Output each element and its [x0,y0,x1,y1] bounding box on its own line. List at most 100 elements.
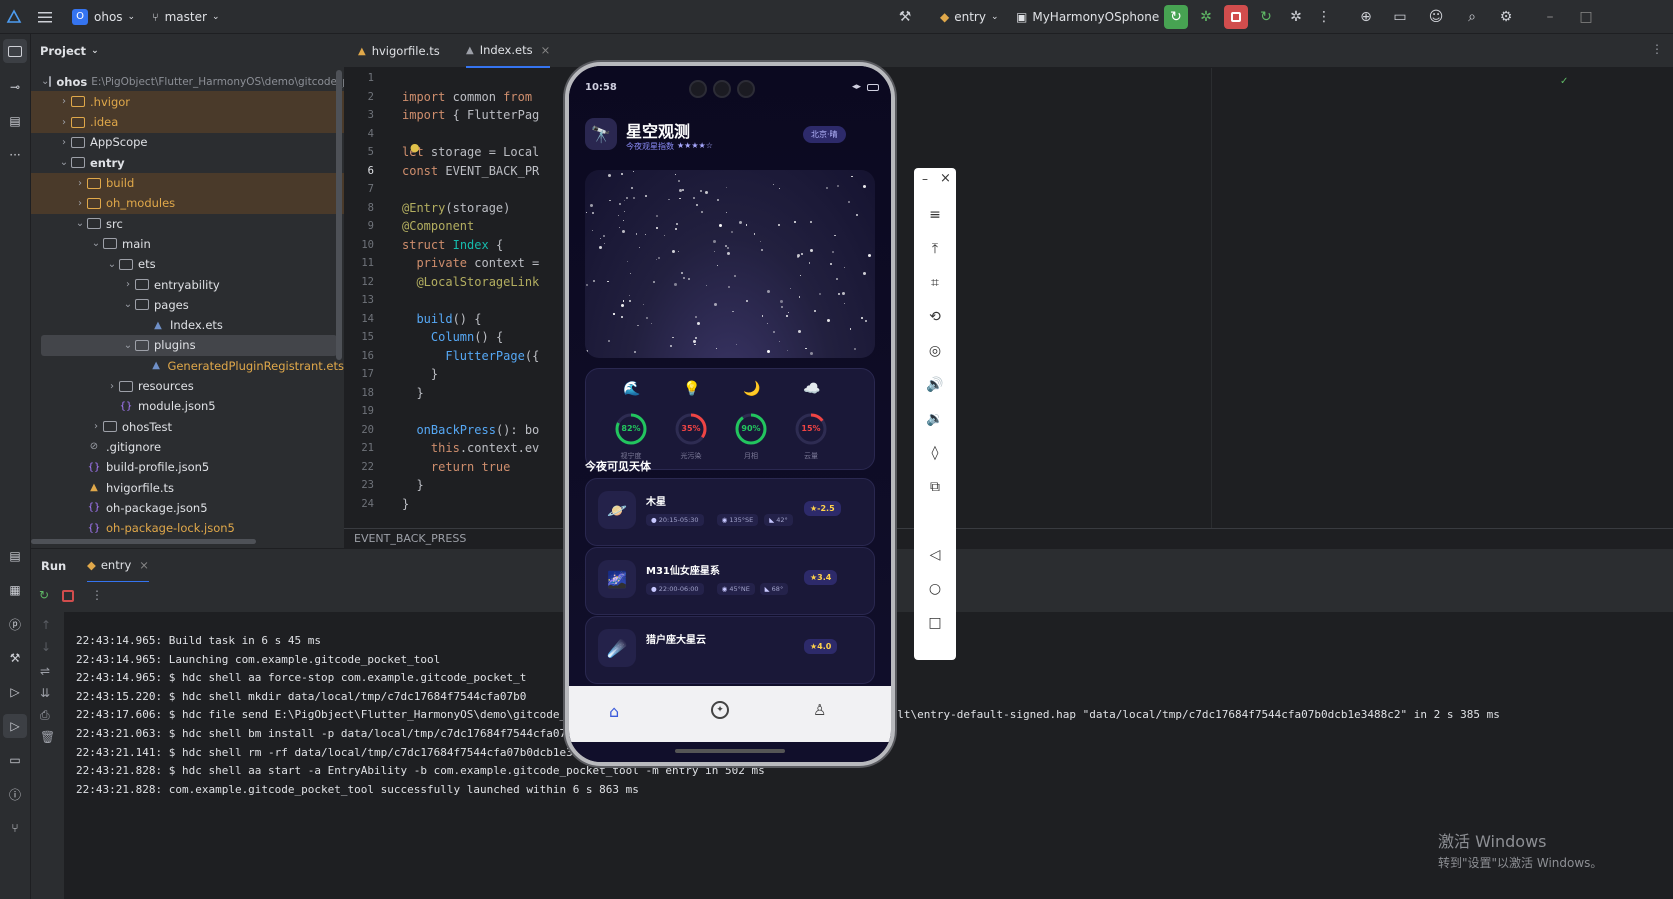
project-switcher[interactable]: O ohos ⌄ [72,0,135,34]
tree-item[interactable]: {} module.json5 [31,396,344,417]
search-icon[interactable]: ⌕ [1460,5,1484,29]
tree-item[interactable]: ⊘ .gitignore [31,436,344,457]
tree-item[interactable]: ⌄ main [31,233,344,254]
account-icon[interactable]: ☺ [1424,5,1448,29]
rerun-icon[interactable]: ↻ [1164,5,1188,29]
profile-icon[interactable]: ♙ [813,701,826,719]
recents-icon[interactable]: □ [922,610,948,636]
tree-item[interactable]: ⌄ pages [31,294,344,315]
tree-item[interactable]: › oh_modules [31,192,344,214]
down-arrow-icon[interactable]: ↓ [41,640,51,654]
volume-up-icon[interactable]: 🔊 [922,372,948,398]
chevron-right-icon[interactable]: › [89,421,103,432]
celestial-card[interactable]: ☄️ 猎户座大星云 ★4.0 [585,616,875,684]
problems-icon[interactable]: ⓘ [3,782,27,806]
celestial-card[interactable]: 🪐 木星 ★-2.5 ● 20:15-05:30 ◉ 135°SE ◣ 42° [585,478,875,546]
chevron-right-icon[interactable]: › [57,117,71,128]
tab-hvigorfile[interactable]: ▲ hvigorfile.ts [358,34,440,68]
chevron-down-icon[interactable]: ⌄ [73,218,87,229]
more-icon[interactable]: ⋮ [91,588,103,602]
shake-icon[interactable]: ◊ [922,440,948,466]
chevron-down-icon[interactable]: ⌄ [89,238,103,249]
breadcrumb[interactable]: EVENT_BACK_PRESS [344,528,1673,548]
profiler-icon[interactable]: ⓟ [3,612,27,636]
close-icon[interactable]: × [940,171,951,186]
terminal-icon[interactable]: ▭ [3,748,27,772]
device-manager-icon[interactable]: ⊕ [1354,5,1378,29]
pin-top-icon[interactable]: ⤒ [922,236,948,262]
build-icon[interactable]: ⚒ [3,646,27,670]
device-selector[interactable]: ▣ MyHarmonyOSphone ⌄ [1016,0,1172,34]
close-icon[interactable]: × [139,558,149,572]
chevron-right-icon[interactable]: › [57,96,71,107]
scroll-to-end-icon[interactable]: ⇊ [40,686,50,700]
todo-icon[interactable]: ▤ [3,544,27,568]
celestial-card[interactable]: 🌌 M31仙女座星系 ★3.4 ● 22:00-06:00 ◉ 45°NE ◣ 68° [585,547,875,615]
tree-item[interactable]: › ohosTest [31,416,344,437]
location-badge[interactable]: 北京·晴 [803,126,846,143]
tree-item[interactable]: ⌄ plugins [41,334,337,356]
tree-item[interactable]: › .idea [31,111,344,133]
tree-item[interactable]: › resources [31,376,344,397]
project-panel-header[interactable]: Project ⌄ [40,34,99,68]
screenshot-icon[interactable]: ◎ [922,338,948,364]
main-menu-icon[interactable] [33,5,57,29]
tree-item[interactable]: ▲ GeneratedPluginRegistrant.ets [31,355,344,376]
maximize-icon[interactable]: □ [1574,5,1598,29]
home-button-icon[interactable]: ○ [922,576,948,602]
soft-wrap-icon[interactable]: ⇌ [40,664,50,678]
chevron-right-icon[interactable]: › [121,279,135,290]
project-tool-icon[interactable] [3,39,27,63]
up-arrow-icon[interactable]: ↑ [41,618,51,632]
compass-icon[interactable]: ✦ [711,701,729,719]
menu-icon[interactable]: ≡ [922,202,948,228]
chevron-down-icon[interactable]: ⌄ [105,259,119,270]
rotate-icon[interactable]: ⟲ [922,304,948,330]
branch-switcher[interactable]: ⑂ master ⌄ [152,0,219,34]
tab-options-icon[interactable]: ⋮ [1651,42,1663,56]
volume-down-icon[interactable]: 🔉 [922,406,948,432]
chevron-down-icon[interactable]: ⌄ [121,340,135,351]
chevron-right-icon[interactable]: › [57,137,71,148]
tree-item[interactable]: › entryability [31,274,344,295]
phone-emulator[interactable]: 10:58 ◂▸ 🔭 星空观测 今夜观星指数 ★★★★☆ 北京·晴 🌊 82% 视宁… [565,62,895,766]
horizontal-scrollbar[interactable] [31,539,256,544]
close-icon[interactable]: × [541,43,551,57]
run-config-selector[interactable]: ◆ entry ⌄ [940,0,999,34]
vertical-scrollbar[interactable] [336,70,342,360]
debug-icon[interactable]: ✲ [1194,5,1218,29]
chevron-down-icon[interactable]: ⌄ [41,76,49,87]
foldable-icon[interactable]: ⧉ [922,474,948,500]
tree-item[interactable]: {} oh-package-lock.json5 [31,518,344,539]
stop-icon[interactable] [62,590,74,602]
log-icon[interactable]: ▦ [3,578,27,602]
rerun-icon[interactable]: ↻ [39,588,49,602]
tree-item[interactable]: {} build-profile.json5 [31,457,344,478]
trash-icon[interactable]: 🗑 [40,730,55,744]
more-tools-icon[interactable]: ··· [3,143,27,167]
tree-item[interactable]: ▲ hvigorfile.ts [31,477,344,498]
home-indicator[interactable] [675,749,785,753]
tree-item[interactable]: › build [31,172,344,194]
tree-item[interactable]: › AppScope [31,132,344,153]
run-tool-icon[interactable]: ▷ [3,714,27,738]
tree-item[interactable]: ⌄ ohos E:\PigObject\Flutter_HarmonyOS\dem… [31,71,344,92]
star-map[interactable] [585,170,875,358]
minimize-icon[interactable]: – [922,172,928,186]
chevron-right-icon[interactable]: › [73,178,87,189]
run-tab-entry[interactable]: ◆ entry × [87,549,149,583]
home-icon[interactable]: ⌂ [609,702,619,721]
commit-icon[interactable]: ⊸ [3,75,27,99]
services-icon[interactable]: ▷ [3,680,27,704]
tree-item[interactable]: ⌄ src [31,213,344,234]
bulb-icon[interactable]: ● [410,141,420,154]
minimize-icon[interactable]: – [1538,5,1562,29]
chevron-right-icon[interactable]: › [105,381,119,392]
back-icon[interactable]: ◁ [922,542,948,568]
apply-changes-icon[interactable]: ↻ [1254,5,1278,29]
tree-item[interactable]: ▲ Index.ets [31,315,344,336]
tree-item[interactable]: {} oh-package.json5 [31,497,344,518]
stop-icon[interactable] [1224,5,1248,29]
structure-icon[interactable]: ▤ [3,109,27,133]
chevron-down-icon[interactable]: ⌄ [121,299,135,310]
